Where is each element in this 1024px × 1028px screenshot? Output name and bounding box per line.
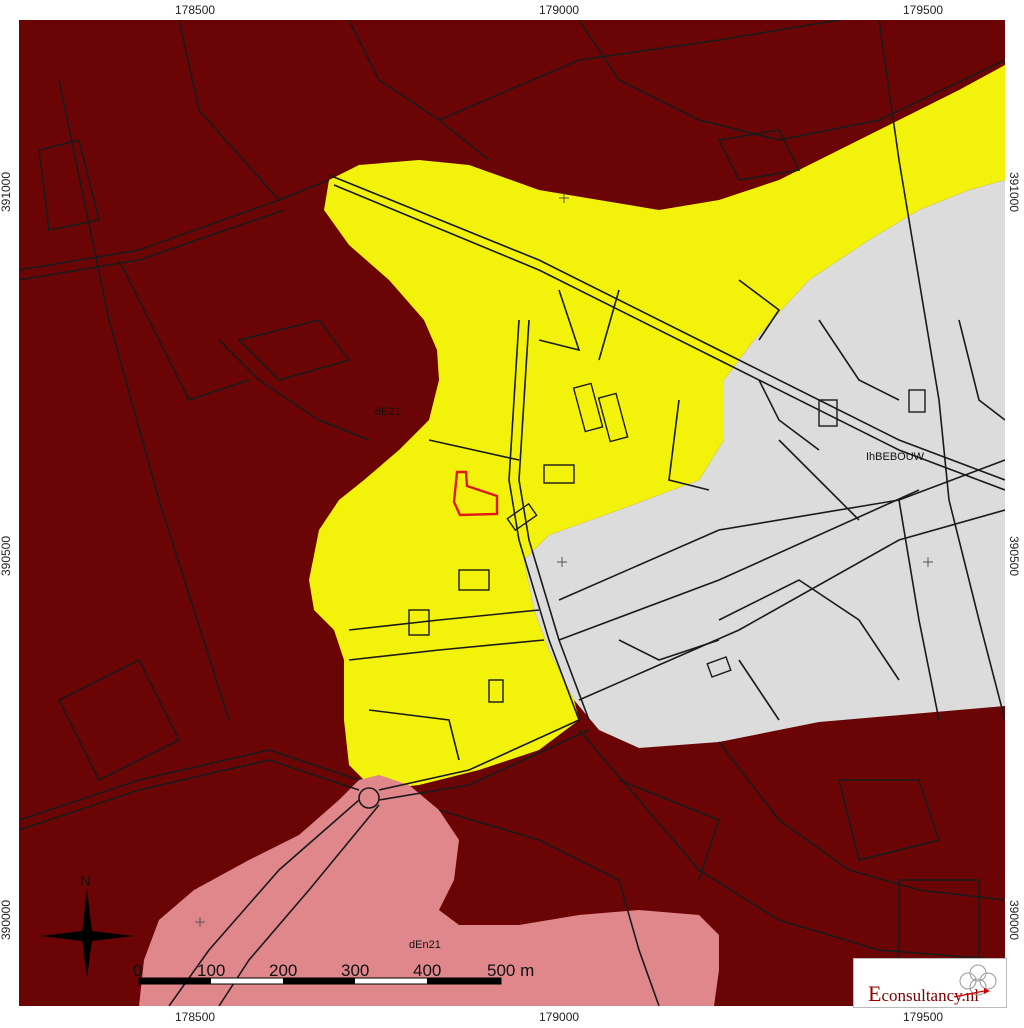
y-tick-left-2: 390500 [0,535,14,577]
zone-label-west: dE21 [375,406,401,418]
x-tick-bottom-2: 179000 [539,1010,580,1024]
logo-text-cap: E [868,981,882,1006]
map-canvas[interactable]: IhBEBOUW dE21 dEn21 N 0 100 200 300 400 … [19,20,1005,1006]
y-tick-right-3: 390000 [1007,899,1022,941]
y-tick-right-1: 391000 [1007,171,1022,213]
zone-label-east: IhBEBOUW [866,451,925,463]
x-tick-top-3: 179500 [903,3,944,17]
scale-label-0: 0 [133,961,142,980]
y-tick-left-3: 390000 [0,899,14,941]
y-tick-right-2: 390500 [1007,535,1022,577]
scale-label-500: 500 m [487,961,534,980]
logo: Econsultancy.nl [853,958,1007,1008]
scale-label-400: 400 [413,961,441,980]
x-tick-top-2: 179000 [539,3,580,17]
map-frame: 178500 179000 179500 178500 179000 17950… [0,0,1024,1028]
zone-label-south: dEn21 [409,939,441,951]
scale-label-300: 300 [341,961,369,980]
north-arrow-label: N [80,873,91,890]
y-tick-left-1: 391000 [0,171,14,213]
x-tick-bottom-1: 178500 [175,1010,216,1024]
scale-label-200: 200 [269,961,297,980]
logo-flower-icon [954,964,997,998]
scale-label-100: 100 [197,961,225,980]
x-tick-bottom-3: 179500 [903,1010,944,1024]
x-tick-top-1: 178500 [175,3,216,17]
